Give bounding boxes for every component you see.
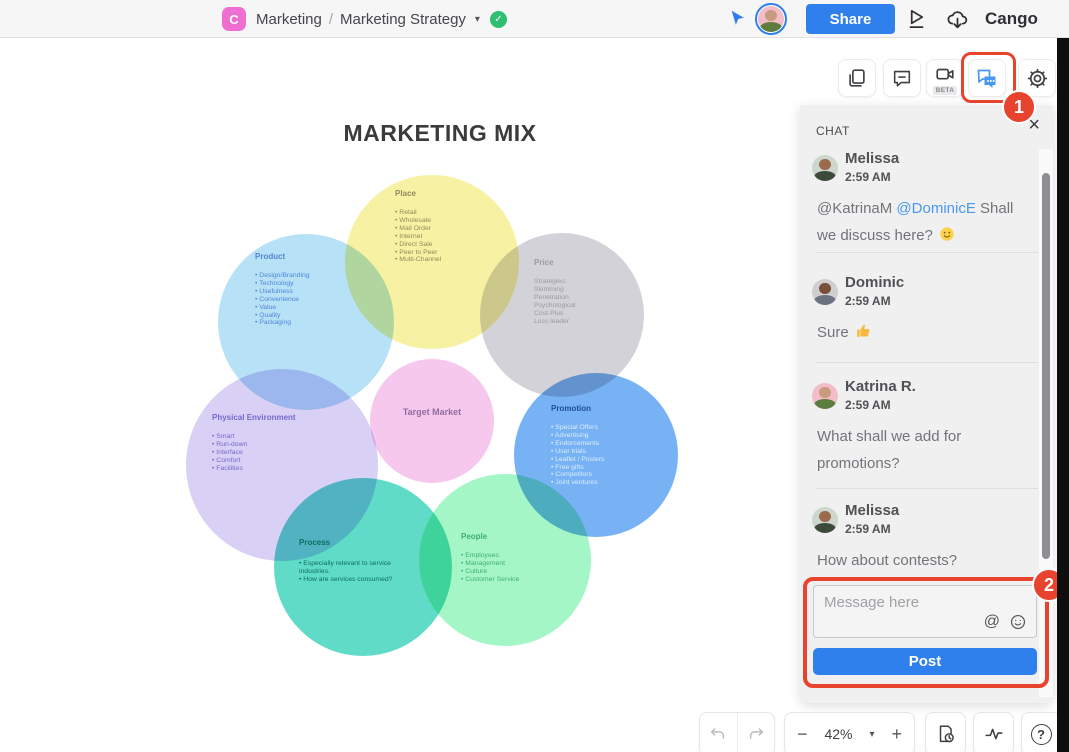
chat-panel: CHAT × Melissa 2:59 AM @KatrinaM @Domini… [800,105,1066,703]
help-button[interactable]: ? [1030,713,1052,752]
venn-text-price: Price Strategies: Skimming Penetration P… [534,258,576,325]
pages-icon [849,69,865,87]
help-group: ? [1021,712,1061,752]
beta-badge: BETA [932,86,958,95]
screen-edge-strip [1057,38,1069,752]
user-avatar[interactable] [755,3,787,35]
venn-text-target-market: Target Market [402,407,462,417]
message-timestamp: 2:59 AM [845,398,891,412]
message-text: Sure [817,319,1031,346]
venn-text-people: People Employees Management Culture Cust… [461,532,551,584]
zoom-level[interactable]: 42% [824,726,852,742]
zoom-controls: − 42% ▾ + [784,712,915,752]
mention-at-icon[interactable]: @ [984,614,1000,630]
message-timestamp: 2:59 AM [845,522,891,536]
smiley-emoji-icon [940,227,954,241]
message-author: Melissa [845,150,900,167]
venn-text-physical-environment: Physical Environment Smart Run-down Inte… [212,413,322,473]
version-history-group [925,712,966,752]
video-camera-icon [936,68,954,80]
question-mark-icon: ? [1030,723,1052,745]
chat-scrollbar-thumb[interactable] [1042,173,1050,559]
saved-check-icon: ✓ [489,10,507,28]
emoji-picker-icon[interactable] [1009,613,1027,631]
venn-text-process: Process Especially relevant to service i… [299,538,411,584]
activity-button[interactable] [983,713,1005,752]
venn-text-product: Product Design/Branding Technology Usefu… [255,252,350,327]
chat-panel-title: CHAT [816,124,850,138]
venn-circle-target-market[interactable] [370,359,494,483]
chat-button[interactable] [968,59,1006,97]
message-text: What shall we add for promotions? [817,428,962,472]
message-author: Katrina R. [845,378,916,395]
document-history-icon [939,725,954,743]
video-call-button[interactable]: BETA [926,59,964,97]
account-menu[interactable]: Cango [985,9,1038,29]
message-author: Melissa [845,502,900,519]
avatar-melissa [812,507,838,533]
user-avatar-image [758,6,784,32]
zoom-in-button[interactable]: + [891,724,902,745]
avatar-dominic [812,279,838,305]
share-button[interactable]: Share [806,4,895,34]
app-window: C Marketing / Marketing Strategy ▾ ✓ Sha… [0,0,1069,752]
message-timestamp: 2:59 AM [845,170,891,184]
redo-icon [749,728,763,739]
mention-link[interactable]: @DominicE [896,200,975,217]
message-author: Dominic [845,274,905,291]
undo-redo-group [699,712,775,752]
message-divider [816,488,1038,489]
message-timestamp: 2:59 AM [845,294,891,308]
post-button[interactable]: Post [813,648,1037,675]
message-text: @KatrinaM @DominicE Shall we discuss her… [817,200,1014,244]
breadcrumb-folder[interactable]: Marketing [256,11,322,28]
comments-button[interactable] [883,59,921,97]
top-bar: C Marketing / Marketing Strategy ▾ ✓ Sha… [0,0,1069,38]
comment-icon [893,70,911,87]
gear-icon [1027,68,1047,88]
cloud-export-button[interactable] [945,7,970,35]
message-text: How about contests? [817,552,958,569]
message-divider [816,252,1038,253]
activity-group [973,712,1014,752]
message-divider [816,362,1038,363]
version-history-button[interactable] [935,713,957,752]
chat-icon [977,69,996,88]
chat-scrollbar-track[interactable] [1039,149,1053,697]
redo-button[interactable] [736,713,774,752]
diagram-title: MARKETING MIX [343,120,537,146]
breadcrumb-separator: / [328,10,334,28]
zoom-menu-caret-icon[interactable]: ▾ [869,729,874,740]
avatar-katrina [812,383,838,409]
breadcrumb-document[interactable]: Marketing Strategy [340,11,466,28]
venn-text-place: Place Retail Wholesale Mail Order Intern… [395,189,480,264]
thumbs-up-emoji-icon [856,324,870,337]
chat-input-box: @ [813,585,1037,638]
avatar-melissa [812,155,838,181]
undo-icon [711,728,725,739]
zoom-out-button[interactable]: − [797,724,808,745]
present-button[interactable] [905,7,928,33]
breadcrumb: Marketing / Marketing Strategy ▾ ✓ [256,0,507,38]
pulse-icon [984,728,1003,740]
annotation-badge-1: 1 [1002,90,1036,124]
pointer-mode-icon[interactable] [729,9,747,32]
document-menu-caret-icon[interactable]: ▾ [475,14,480,25]
pages-button[interactable] [838,59,876,97]
undo-button[interactable] [700,713,737,752]
venn-text-promotion: Promotion Special Offers Advertising End… [551,404,651,487]
app-logo[interactable]: C [222,7,246,31]
